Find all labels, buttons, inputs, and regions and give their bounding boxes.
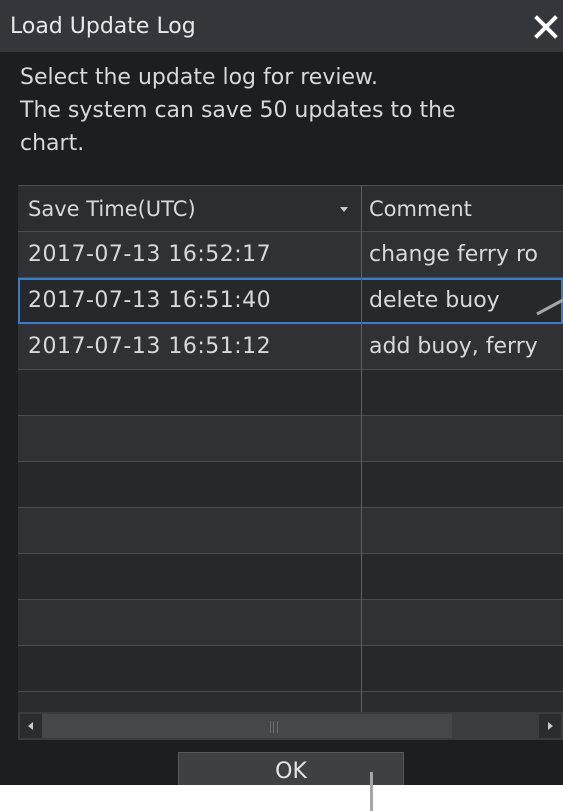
empty-table-row[interactable] <box>18 646 563 692</box>
save-time-cell: 2017-07-13 16:51:40 <box>28 288 272 313</box>
column-header-save-time[interactable]: Save Time(UTC) <box>28 196 196 222</box>
column-divider[interactable] <box>361 185 362 712</box>
table-row[interactable]: 2017-07-13 16:51:12 add buoy, ferry <box>18 324 563 370</box>
arrow-right-icon <box>548 722 553 730</box>
close-icon[interactable] <box>533 14 559 40</box>
instruction-line: The system can save 50 updates to the <box>20 98 456 123</box>
comment-cell: change ferry ro <box>369 242 538 267</box>
arrow-left-icon <box>28 722 33 730</box>
load-update-log-dialog: Load Update Log Select the update log fo… <box>0 0 563 785</box>
empty-table-row[interactable] <box>18 508 563 554</box>
update-log-table: Save Time(UTC) Comment 2017-07-13 16:52:… <box>18 185 563 712</box>
empty-table-row[interactable] <box>18 370 563 416</box>
save-time-cell: 2017-07-13 16:52:17 <box>28 242 272 267</box>
callout-leader-line <box>370 772 373 811</box>
comment-cell: delete buoy <box>369 288 500 313</box>
table-header: Save Time(UTC) Comment <box>18 185 563 232</box>
empty-table-row[interactable] <box>18 416 563 462</box>
callout-leader-line <box>536 298 563 316</box>
save-time-cell: 2017-07-13 16:51:12 <box>28 334 272 359</box>
instruction-line: chart. <box>20 131 85 156</box>
empty-table-row[interactable] <box>18 600 563 646</box>
table-row-selected[interactable]: 2017-07-13 16:51:40 delete buoy <box>18 278 563 324</box>
table-row[interactable]: 2017-07-13 16:52:17 change ferry ro <box>18 232 563 278</box>
scroll-right-button[interactable] <box>539 714 561 738</box>
title-bar: Load Update Log <box>0 0 563 52</box>
comment-cell: add buoy, ferry <box>369 334 538 359</box>
empty-table-row[interactable] <box>18 554 563 600</box>
instruction-line: Select the update log for review. <box>20 65 378 90</box>
horizontal-scrollbar[interactable] <box>18 712 563 740</box>
scrollbar-thumb[interactable] <box>42 714 452 738</box>
dialog-title: Load Update Log <box>10 14 196 39</box>
sort-descending-icon[interactable] <box>340 207 348 212</box>
instructions-text: Select the update log for review. The sy… <box>20 61 560 160</box>
column-header-comment[interactable]: Comment <box>369 196 472 222</box>
grip-icon <box>270 721 278 733</box>
empty-table-row[interactable] <box>18 462 563 508</box>
scroll-left-button[interactable] <box>20 714 42 738</box>
